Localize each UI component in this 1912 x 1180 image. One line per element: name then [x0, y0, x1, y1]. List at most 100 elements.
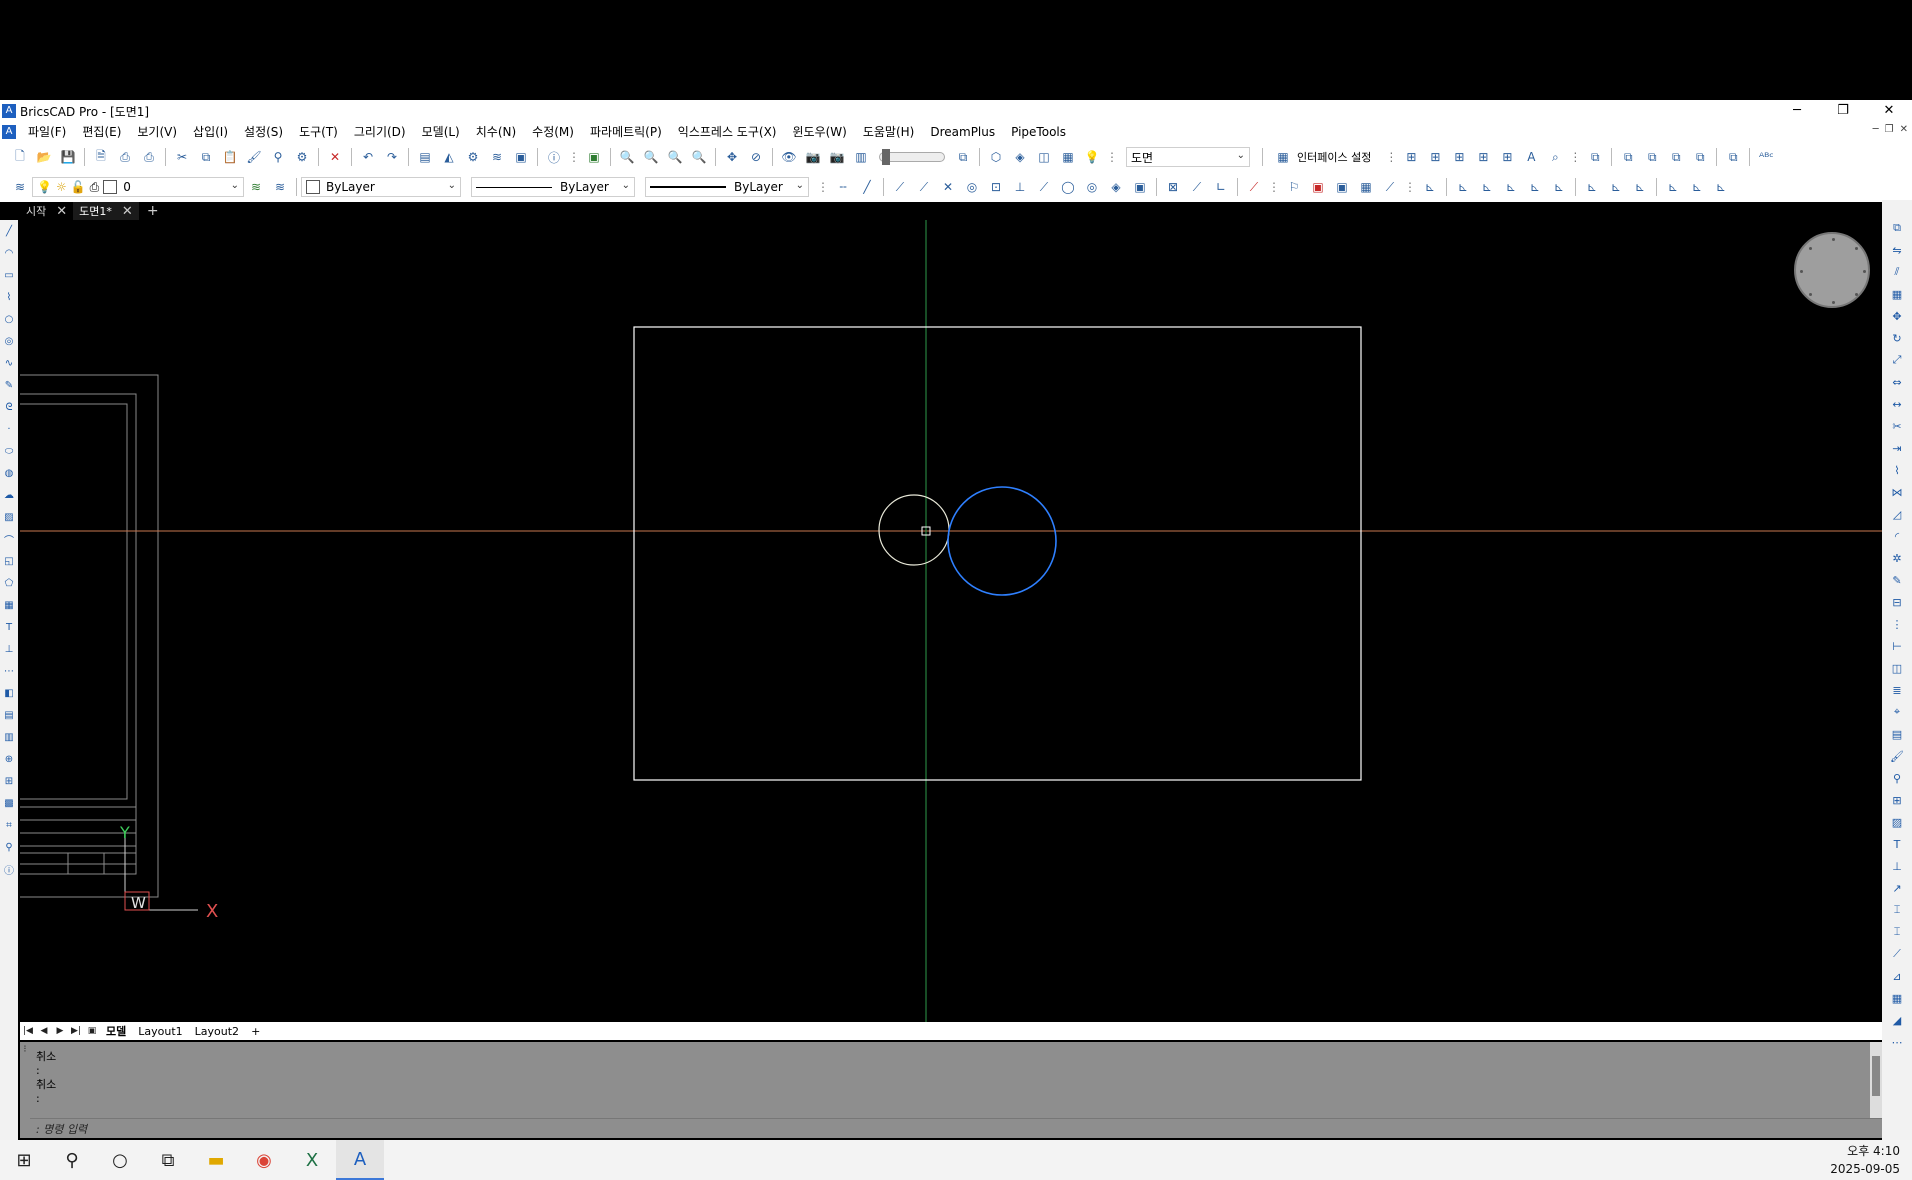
snap-midpoint-icon[interactable]: ⟋	[914, 177, 934, 197]
trim-tool-icon[interactable]: ✂	[1889, 418, 1905, 434]
search-icon[interactable]: ⚲	[48, 1140, 96, 1180]
zoom-previous-icon[interactable]: 🔍	[641, 147, 661, 167]
ucs-z-icon[interactable]: ⊾	[1630, 177, 1650, 197]
save-icon[interactable]: 💾	[58, 147, 78, 167]
snap-clear-icon[interactable]: ⊠	[1163, 177, 1183, 197]
divide-tool-icon[interactable]: ⋮	[1889, 616, 1905, 632]
ucs-previous-icon[interactable]: ⊾	[1663, 177, 1683, 197]
hatch-edit-tool-icon[interactable]: ▨	[1889, 814, 1905, 830]
line-icon[interactable]: ╌	[833, 177, 853, 197]
point-tool-icon[interactable]: ·	[2, 422, 16, 436]
elevation-tool-icon[interactable]: ⌶	[1889, 924, 1905, 940]
filter-icon[interactable]: ⚙	[292, 147, 312, 167]
layers-icon[interactable]: ≋	[487, 147, 507, 167]
system-clock[interactable]: 오후 4:10 2025-09-05	[1830, 1142, 1900, 1178]
menu-file[interactable]: 파일(F)	[20, 122, 74, 142]
menu-dreamplus[interactable]: DreamPlus	[922, 122, 1003, 142]
look-from-widget[interactable]	[1794, 232, 1870, 308]
bring-above-icon[interactable]: ⧉	[1666, 147, 1686, 167]
array-tool-icon[interactable]: ▦	[1889, 286, 1905, 302]
viewport-tool-icon[interactable]: ⊞	[2, 774, 16, 788]
lengthen-tool-icon[interactable]: ↔	[1889, 396, 1905, 412]
spline-tool-icon[interactable]: ∿	[2, 356, 16, 370]
pan-icon[interactable]: ✥	[722, 147, 742, 167]
first-layout-button[interactable]: |◀	[20, 1026, 36, 1036]
redo-icon[interactable]: ↷	[382, 147, 402, 167]
cortana-icon[interactable]: ○	[96, 1140, 144, 1180]
image-tool-icon[interactable]: ▩	[2, 796, 16, 810]
scale-tool-icon[interactable]: ⤢	[1889, 352, 1905, 368]
rectangle-frame[interactable]	[633, 326, 1362, 781]
minimize-button[interactable]: ─	[1774, 100, 1820, 122]
send-back-icon[interactable]: ⧉	[1642, 147, 1662, 167]
more-right-tools-icon[interactable]: ⋯	[1889, 1034, 1905, 1050]
polygon-tool-icon[interactable]: ⬠	[2, 576, 16, 590]
menu-tools[interactable]: 도구(T)	[291, 122, 346, 142]
file-explorer-icon[interactable]: ▬	[192, 1140, 240, 1180]
bring-front-icon[interactable]: ⧉	[1618, 147, 1638, 167]
bricscad-icon[interactable]: A	[336, 1140, 384, 1180]
ucs-apply-icon[interactable]: ⊾	[1711, 177, 1731, 197]
view-eye-icon[interactable]: 👁	[779, 147, 799, 167]
entity-snap-settings-icon[interactable]: ⚐	[1284, 177, 1304, 197]
next-layout-button[interactable]: ▶	[52, 1026, 68, 1036]
zoom-extents-icon[interactable]: 🔍	[665, 147, 685, 167]
revcloud-tool-icon[interactable]: ☁	[2, 488, 16, 502]
snap-quadrant-icon[interactable]: ◯	[1058, 177, 1078, 197]
group-tool-icon[interactable]: ⊞	[1889, 792, 1905, 808]
text-find-icon[interactable]: ⌕	[1545, 147, 1565, 167]
layer-on-icon[interactable]: 💡	[37, 180, 52, 194]
delete-icon[interactable]: ✕	[325, 147, 345, 167]
layer-previous-icon[interactable]: ≋	[270, 177, 290, 197]
batch-print-icon[interactable]: ⎙	[139, 147, 159, 167]
lightbulb-icon[interactable]: 💡	[1082, 147, 1102, 167]
info-tool-icon[interactable]: ⓘ	[2, 862, 16, 877]
attribute-tool-icon[interactable]: ▥	[2, 730, 16, 744]
menu-help[interactable]: 도움말(H)	[855, 122, 923, 142]
make-current-layer-icon[interactable]: ≋	[246, 177, 266, 197]
table-tool-icon[interactable]: ▦	[2, 598, 16, 612]
helix-tool-icon[interactable]: ᘓ	[2, 400, 16, 414]
match-tool-icon[interactable]: 🖌	[1889, 748, 1905, 764]
snap-off-icon[interactable]: ⟋	[1244, 177, 1264, 197]
menu-parametric[interactable]: 파라메트릭(P)	[582, 122, 670, 142]
properties-icon[interactable]: ▤	[415, 147, 435, 167]
menu-modify[interactable]: 수정(M)	[524, 122, 582, 142]
pick-icon[interactable]: ⚲	[268, 147, 288, 167]
paste-icon[interactable]: 📋	[220, 147, 240, 167]
snap-extension-icon[interactable]: ▣	[1130, 177, 1150, 197]
list-tool-icon[interactable]: ≣	[1889, 682, 1905, 698]
help-icon[interactable]: ⓘ	[544, 147, 564, 167]
snap-apparent-icon[interactable]: ⟋	[1187, 177, 1207, 197]
draworder-icon[interactable]: ⧉	[1585, 147, 1605, 167]
settings-gear-icon[interactable]: ⚙	[463, 147, 483, 167]
task-view-icon[interactable]: ⧉	[144, 1140, 192, 1180]
align-right-icon[interactable]: ⊞	[1449, 147, 1469, 167]
visual-style-slider[interactable]	[879, 149, 945, 165]
lineweight-select[interactable]: ByLayer ⌄	[645, 177, 809, 197]
field-tool-icon[interactable]: ⌗	[2, 818, 16, 832]
ucs-icon[interactable]: ⊾	[1420, 177, 1440, 197]
block-tool-icon[interactable]: ◧	[2, 686, 16, 700]
donut-tool-icon[interactable]: ◎	[2, 334, 16, 348]
text-to-front-icon[interactable]: ⧉	[1723, 147, 1743, 167]
snap-node-icon[interactable]: ⊡	[986, 177, 1006, 197]
layer-manager-icon[interactable]: ≋	[10, 177, 30, 197]
ucs-3point-icon[interactable]: ⊾	[1501, 177, 1521, 197]
trim-icon[interactable]: ⟋	[1380, 177, 1400, 197]
print-icon[interactable]: ⎙	[115, 147, 135, 167]
section-tool-icon[interactable]: ⊿	[1889, 968, 1905, 984]
doc-minimize-button[interactable]: ─	[1873, 124, 1879, 135]
windows-start-icon[interactable]: ⊞	[0, 1140, 48, 1180]
circle-tool-icon[interactable]: ○	[2, 312, 16, 326]
measure-tool-icon[interactable]: ⚲	[2, 840, 16, 854]
leader-tool-icon[interactable]: ↗	[1889, 880, 1905, 896]
snap-perpendicular-icon[interactable]: ⊥	[1010, 177, 1030, 197]
zoom-all-icon[interactable]: 🔍	[689, 147, 709, 167]
ucs-origin-icon[interactable]: ⊾	[1477, 177, 1497, 197]
tab-start[interactable]: 시작 ✕	[20, 202, 73, 220]
chamfer-tool-icon[interactable]: ◿	[1889, 506, 1905, 522]
tab-drawing1-close-icon[interactable]: ✕	[122, 204, 133, 219]
add-layout-button[interactable]: +	[245, 1025, 266, 1038]
ellipse-tool-icon[interactable]: ⬭	[2, 444, 16, 458]
